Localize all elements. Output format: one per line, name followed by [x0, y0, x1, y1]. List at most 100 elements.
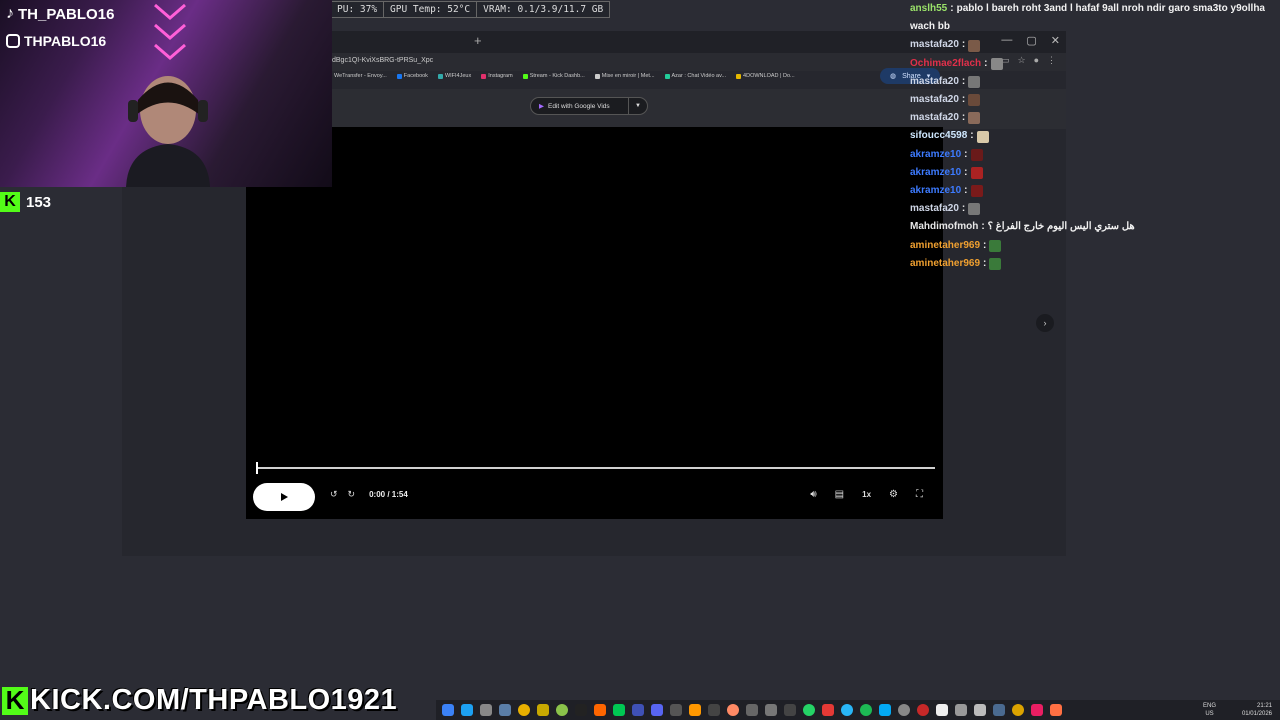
app-icon[interactable] — [537, 704, 549, 716]
progress-bar[interactable] — [257, 467, 935, 469]
settings-icon[interactable]: ⚙ — [889, 489, 898, 500]
chat-username[interactable]: Ochimae2flach — [910, 55, 981, 73]
chat-message: mastafa20: — [910, 91, 1280, 109]
app-icon[interactable] — [1050, 704, 1062, 716]
emote-icon — [976, 130, 989, 143]
instagram-handle: THPABLO16 — [6, 33, 106, 49]
bookmark-item[interactable]: Instagram — [481, 73, 513, 79]
bookmark-item[interactable]: 4DOWNLOAD | Do... — [736, 73, 795, 79]
chevron-right-icon[interactable]: › — [1036, 314, 1054, 332]
chat-separator: : — [981, 221, 985, 233]
app-icon[interactable] — [974, 704, 986, 716]
chrome-icon[interactable] — [518, 704, 530, 716]
chat-message: wach bb — [910, 18, 1280, 36]
app-icon[interactable] — [746, 704, 758, 716]
tiktok-icon[interactable] — [575, 704, 587, 716]
bookmark-item[interactable]: Facebook — [396, 73, 428, 79]
chat-username[interactable]: mastafa20 — [910, 36, 959, 54]
chat-text: هل ستري اليس اليوم خارج الفراغ ؟ — [987, 221, 1135, 233]
steam-icon[interactable] — [499, 704, 511, 716]
app-icon[interactable] — [632, 704, 644, 716]
chat-username[interactable]: akramze10 — [910, 164, 961, 182]
app-icon[interactable] — [784, 704, 796, 716]
bookmark-item[interactable]: Stream - Kick Dashb... — [522, 73, 585, 79]
vram-stat: VRAM: 0.1/3.9/11.7 GB — [483, 4, 604, 15]
app-icon[interactable] — [898, 704, 910, 716]
chrome-icon[interactable] — [1012, 704, 1024, 716]
chat-username[interactable]: akramze10 — [910, 182, 961, 200]
emote-icon — [990, 57, 1003, 70]
system-clock[interactable]: 21:21 01/01/2026 — [1242, 702, 1272, 718]
chat-overlay: anslh55: pablo l bareh roht 3and l hafaf … — [910, 0, 1280, 273]
new-tab-button[interactable]: + — [474, 33, 482, 48]
app-icon[interactable] — [480, 704, 492, 716]
volume-icon[interactable]: 🔊︎ — [810, 489, 816, 500]
time-display: 0:00 / 1:54 — [369, 490, 408, 499]
chat-username[interactable]: Mahdimofmoh — [910, 218, 978, 236]
taskbar-apps — [442, 704, 1062, 716]
bookmark-item[interactable]: Azar : Chat Vidéo av... — [664, 73, 726, 79]
url-text[interactable]: dBgc1QI-KviXsBRG-tPRSu_Xpc — [332, 57, 433, 64]
chat-username[interactable]: anslh55 — [910, 0, 947, 18]
play-button[interactable] — [253, 483, 315, 511]
emote-icon — [989, 239, 1002, 252]
progress-knob[interactable] — [256, 462, 258, 474]
chat-username[interactable]: sifoucc4598 — [910, 127, 967, 145]
chat-username[interactable]: aminetaher969 — [910, 237, 980, 255]
steam-icon[interactable] — [993, 704, 1005, 716]
video-player[interactable]: ↺ ↻ 0:00 / 1:54 🔊︎ ▤ 1x ⚙ ⛶ — [246, 127, 943, 519]
emote-icon — [989, 257, 1002, 270]
emote-icon — [968, 94, 981, 107]
bookmark-item[interactable]: WeTransfer - Envoy... — [327, 73, 387, 79]
emote-icon — [970, 185, 983, 198]
system-stats: PU: 37% GPU Temp: 52°C VRAM: 0.1/3.9/11.… — [330, 1, 611, 18]
app-icon[interactable] — [936, 704, 948, 716]
spotify-icon[interactable] — [860, 704, 872, 716]
chat-username[interactable]: mastafa20 — [910, 109, 959, 127]
app-icon[interactable] — [822, 704, 834, 716]
discord-icon[interactable] — [651, 704, 663, 716]
app-icon[interactable] — [442, 704, 454, 716]
chat-message: aminetaher969: — [910, 255, 1280, 273]
app-icon[interactable] — [670, 704, 682, 716]
bookmark-item[interactable]: WIFI4Jeux — [437, 73, 471, 79]
kick-icon: K — [0, 192, 20, 212]
app-icon[interactable] — [1031, 704, 1043, 716]
app-icon[interactable] — [594, 704, 606, 716]
bookmark-item[interactable]: Mise en miroir | Met... — [594, 73, 655, 79]
app-icon[interactable] — [727, 704, 739, 716]
tiktok-icon: ♪ — [6, 5, 14, 22]
rewind-icon[interactable]: ↺ — [330, 489, 338, 500]
chat-separator: : — [970, 130, 974, 142]
app-icon[interactable] — [689, 704, 701, 716]
app-icon[interactable] — [917, 704, 929, 716]
play-icon — [281, 493, 288, 501]
fullscreen-icon[interactable]: ⛶ — [916, 489, 923, 500]
chevron-down-icon[interactable]: ▼ — [628, 98, 647, 114]
chat-separator: : — [984, 57, 988, 69]
globe-icon: ◍ — [890, 73, 897, 80]
language-indicator[interactable]: ENG US — [1203, 702, 1216, 718]
app-icon[interactable] — [461, 704, 473, 716]
whatsapp-icon[interactable] — [803, 704, 815, 716]
chat-username[interactable]: mastafa20 — [910, 73, 959, 91]
captions-icon[interactable]: ▤ — [835, 489, 844, 500]
chat-username[interactable]: mastafa20 — [910, 200, 959, 218]
app-icon[interactable] — [613, 704, 625, 716]
chat-username[interactable]: akramze10 — [910, 146, 961, 164]
speed-button[interactable]: 1x — [862, 490, 871, 499]
app-icon[interactable] — [879, 704, 891, 716]
telegram-icon[interactable] — [841, 704, 853, 716]
chat-message: akramze10: — [910, 182, 1280, 200]
chat-message: anslh55: pablo l bareh roht 3and l hafaf … — [910, 0, 1280, 18]
app-icon[interactable] — [708, 704, 720, 716]
chat-username[interactable]: mastafa20 — [910, 91, 959, 109]
bookmarks-bar: WeTransfer - Envoy... Facebook WIFI4Jeux… — [327, 73, 795, 79]
viewer-count: K 153 — [0, 192, 51, 212]
chat-username[interactable]: aminetaher969 — [910, 255, 980, 273]
app-icon[interactable] — [765, 704, 777, 716]
app-icon[interactable] — [955, 704, 967, 716]
edit-with-vids-button[interactable]: ▶ Edit with Google Vids ▼ — [530, 97, 648, 115]
forward-icon[interactable]: ↻ — [348, 489, 356, 500]
app-icon[interactable] — [556, 704, 568, 716]
